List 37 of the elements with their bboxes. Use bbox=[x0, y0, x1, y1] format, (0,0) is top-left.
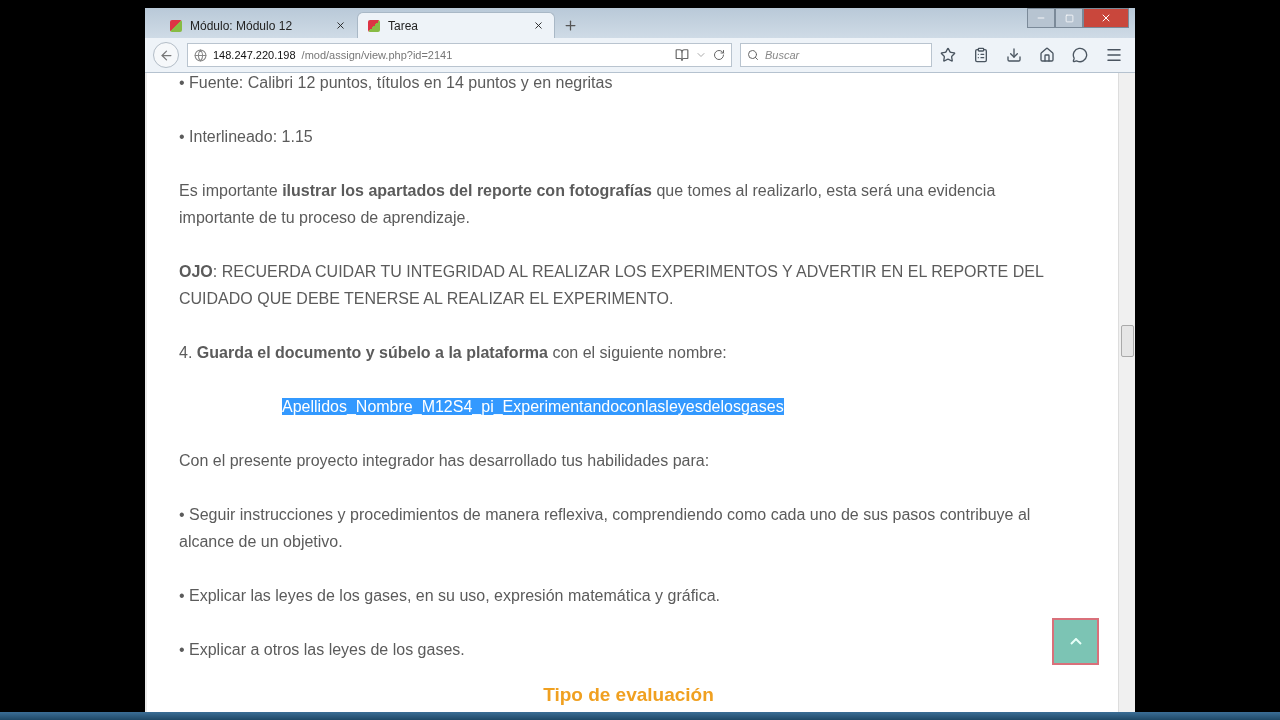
file-name-text: Apellidos_Nombre_M12S4_pi_Experimentandoconlasleyesdelosgases bbox=[282, 398, 784, 415]
paragraph: Con el presente proyecto integrador has desarrollado tus habilidades para: bbox=[179, 451, 711, 471]
section-heading: Tipo de evaluación bbox=[542, 684, 715, 706]
search-field[interactable]: Buscar bbox=[740, 43, 932, 67]
close-icon[interactable] bbox=[335, 20, 346, 31]
paragraph: • Explicar a otros las leyes de los gases. bbox=[179, 640, 466, 660]
scrollbar[interactable] bbox=[1118, 73, 1135, 712]
clipboard-icon[interactable] bbox=[973, 47, 989, 63]
restore-button[interactable] bbox=[1055, 8, 1083, 28]
menu-icon[interactable] bbox=[1105, 46, 1123, 64]
back-button[interactable] bbox=[153, 42, 179, 68]
chat-icon[interactable] bbox=[1072, 47, 1088, 63]
close-icon[interactable] bbox=[533, 20, 544, 31]
paragraph: Es importante ilustrar los apartados del reporte con fotografías que tomes al realizarlo, esta será una evidencia importante de tu proceso de aprendizaje. bbox=[179, 181, 997, 228]
browser-tab[interactable]: Módulo: Módulo 12 bbox=[159, 12, 357, 38]
address-field[interactable]: 148.247.220.198 /mod/assign/view.php?id=2141 bbox=[187, 43, 732, 67]
paragraph: 4. Guarda el documento y súbelo a la plataforma con el siguiente nombre: bbox=[179, 343, 728, 363]
reader-view-icon[interactable] bbox=[675, 48, 689, 62]
download-icon[interactable] bbox=[1006, 47, 1022, 63]
plus-icon[interactable] bbox=[563, 18, 578, 33]
reload-icon[interactable] bbox=[713, 49, 725, 61]
globe-icon bbox=[194, 48, 207, 62]
restore-icon bbox=[1064, 13, 1074, 23]
paragraph: • Seguir instrucciones y procedimientos de manera reflexiva, comprendiendo como cada uno de sus pasos contribuye al alcance de un objetivo. bbox=[179, 505, 1032, 552]
home-icon[interactable] bbox=[1039, 47, 1055, 63]
paragraph: • Explicar las leyes de los gases, en su uso, expresión matemática y gráfica. bbox=[179, 586, 721, 606]
star-icon[interactable] bbox=[940, 47, 956, 63]
chevron-up-icon bbox=[1069, 638, 1082, 645]
paragraph: • Interlineado: 1.15 bbox=[179, 127, 314, 147]
favicon-icon bbox=[170, 19, 182, 32]
search-icon bbox=[747, 49, 759, 61]
favicon-icon bbox=[368, 19, 380, 32]
paragraph: OJO: RECUERDA CUIDAR TU INTEGRIDAD AL REALIZAR LOS EXPERIMENTOS Y ADVERTIR EN EL REPORTE DEL CUIDADO QUE DEBE TENERSE AL REALIZAR EL EXPERIMENTO. bbox=[179, 262, 1044, 309]
browser-tab[interactable]: Tarea bbox=[357, 12, 555, 38]
scroll-thumb[interactable] bbox=[1121, 325, 1134, 357]
paragraph: • Fuente: Calibri 12 puntos, títulos en 14 puntos y en negritas bbox=[179, 73, 614, 93]
close-icon bbox=[1100, 12, 1112, 24]
